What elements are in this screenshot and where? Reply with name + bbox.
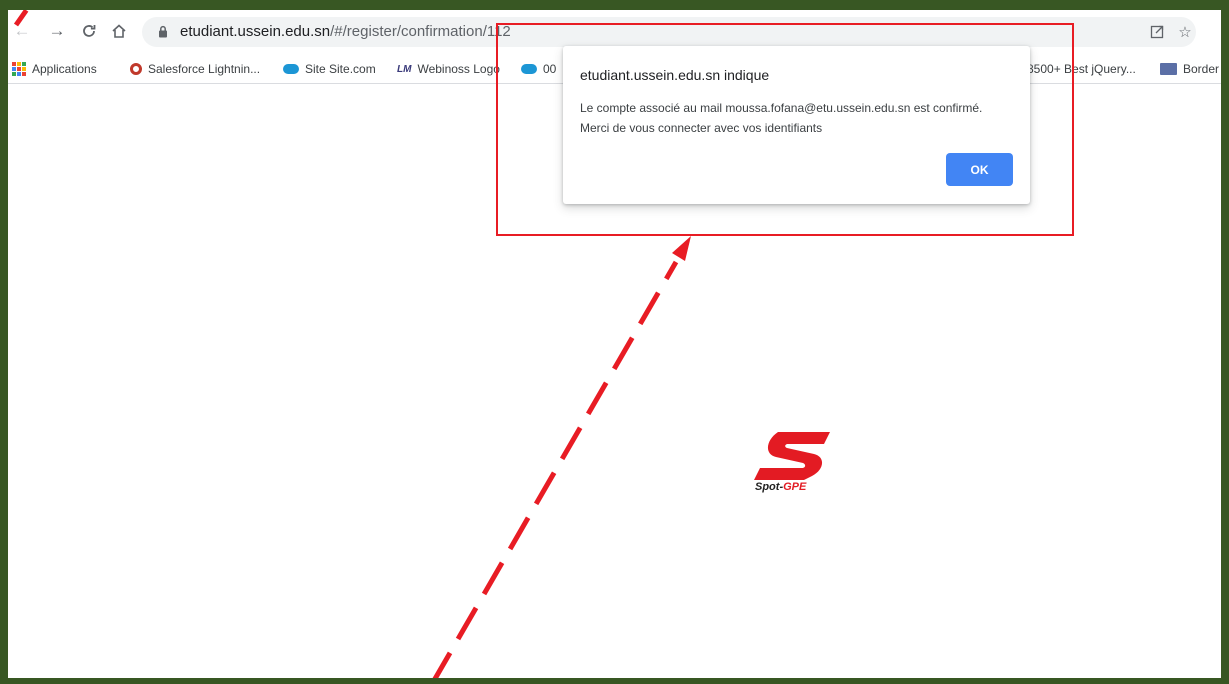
logo-text-red: GPE — [783, 481, 807, 493]
lm-icon: LM — [397, 63, 412, 75]
spot-gpe-logo: Spot-GPE — [752, 430, 848, 500]
url-host: etudiant.ussein.edu.sn — [180, 23, 331, 40]
salesforce-icon — [130, 63, 142, 75]
url-path: /#/register/confirmation/112 — [330, 23, 511, 40]
cloud-icon — [283, 64, 299, 74]
open-in-new-icon[interactable] — [1146, 21, 1168, 43]
bookmark-label: Site Site.com — [305, 62, 376, 76]
lock-icon — [158, 25, 168, 43]
bookmark-webinoss[interactable]: LM Webinoss Logo — [397, 60, 500, 78]
back-icon[interactable]: ← — [10, 19, 34, 43]
annotation-highlight-box — [496, 23, 1074, 236]
bookmark-salesforce[interactable]: Salesforce Lightnin... — [130, 60, 260, 78]
bookmark-border[interactable]: Border — [1160, 60, 1219, 78]
bookmark-site[interactable]: Site Site.com — [283, 60, 376, 78]
logo-text-dark: Spot- — [755, 481, 784, 493]
reload-icon[interactable] — [77, 19, 101, 43]
star-icon[interactable]: ☆ — [1174, 21, 1196, 43]
logo-text: Spot-GPE — [755, 481, 806, 493]
bookmark-label: Border — [1183, 62, 1220, 76]
home-icon[interactable] — [107, 19, 131, 43]
url-text: etudiant.ussein.edu.sn/#/register/confir… — [180, 23, 511, 40]
apps-grid-icon — [12, 62, 26, 76]
forward-icon[interactable]: → — [45, 19, 69, 43]
bookmark-label: Salesforce Lightnin... — [148, 62, 261, 76]
logo-s-icon — [754, 432, 830, 480]
bookmark-label: Applications — [32, 62, 97, 76]
folder-icon — [1160, 63, 1177, 75]
bookmark-label: Webinoss Logo — [417, 62, 500, 76]
bookmark-applications[interactable]: Applications — [12, 60, 97, 78]
